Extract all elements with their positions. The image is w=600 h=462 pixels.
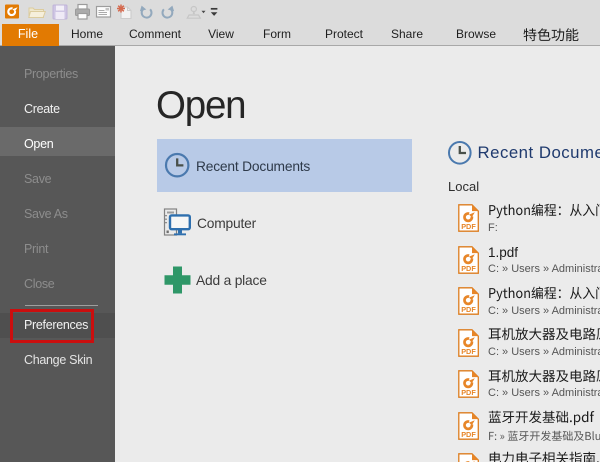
svg-text:PDF: PDF [461,222,476,231]
